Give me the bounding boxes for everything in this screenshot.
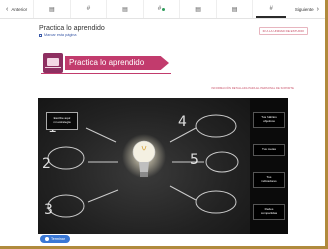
- top-navigation: ‹ Anterior ▤ # ▤ # ▤ ▤ # Siguiente ›: [0, 0, 325, 19]
- laptop-icon: [43, 53, 63, 73]
- hash-icon: #: [86, 6, 91, 12]
- hash-icon: #: [269, 6, 273, 12]
- hotspot-panel: Tus hábitos objetivos Tus metas Tus indi…: [250, 98, 288, 234]
- nav-tab-1[interactable]: ▤: [33, 0, 70, 18]
- checkbox-icon: [39, 33, 42, 37]
- interactive-image: 1 2 3 4 5 Escribe aquí mi estrategia Tus…: [38, 98, 288, 234]
- nav-tab-5[interactable]: ▤: [179, 0, 216, 18]
- strategy-hotspot[interactable]: Escribe aquí mi estrategia: [46, 112, 78, 130]
- page-icon: ▤: [195, 6, 201, 13]
- page-title: Practica lo aprendido: [39, 25, 105, 32]
- next-label: Siguiente: [294, 6, 314, 12]
- check-circle-icon: [45, 237, 49, 241]
- support-info-link[interactable]: INFORMACIÓN DETALLADA PARA EL PERSONAL D…: [211, 87, 294, 90]
- page-icon: ▤: [49, 6, 55, 13]
- banner-label: Practica lo aprendido: [65, 56, 169, 70]
- prev-button[interactable]: ‹ Anterior: [0, 0, 33, 18]
- nav-tab-2[interactable]: #: [69, 0, 107, 18]
- chevron-right-icon: ›: [316, 5, 319, 13]
- chevron-left-icon: ‹: [6, 5, 9, 13]
- page-icon: ▤: [122, 6, 128, 13]
- mark-page-checkbox[interactable]: Marcar esta página: [39, 33, 77, 37]
- chalk-number-2: 2: [42, 156, 51, 172]
- page-icon: ▤: [231, 6, 238, 13]
- nav-tab-6[interactable]: ▤: [215, 0, 253, 18]
- completed-dot-icon: [162, 7, 166, 11]
- nav-tab-3[interactable]: ▤: [106, 0, 143, 18]
- next-button[interactable]: Siguiente ›: [289, 0, 325, 18]
- chalkboard-image: 1 2 3 4 5 Escribe aquí mi estrategia: [38, 98, 250, 234]
- finish-button[interactable]: Terminar: [40, 235, 70, 243]
- section-banner: Practica lo aprendido: [43, 53, 171, 73]
- banner-divider: [41, 73, 171, 74]
- chalk-number-4: 4: [178, 114, 187, 130]
- habits-hotspot[interactable]: Tus hábitos objetivos: [253, 112, 285, 128]
- chalk-number-5: 5: [190, 152, 199, 168]
- lightbulb-icon: [122, 134, 166, 178]
- finish-label: Terminar: [51, 237, 65, 241]
- chalk-number-3: 3: [44, 202, 53, 218]
- hash-icon: #: [157, 6, 162, 12]
- prev-label: Anterior: [11, 6, 28, 12]
- nav-tab-7[interactable]: #: [252, 0, 289, 18]
- nav-tab-4[interactable]: #: [142, 0, 180, 18]
- nav-tabs: ▤ # ▤ # ▤ ▤ #: [33, 0, 289, 18]
- indicators-hotspot[interactable]: Tus indicadores: [253, 172, 285, 188]
- mark-page-label: Marcar esta página: [44, 33, 77, 37]
- goals-hotspot[interactable]: Tus metas: [253, 144, 285, 156]
- networks-hotspot[interactable]: Redes compartidas: [253, 204, 285, 220]
- study-unit-button[interactable]: IR A LA UNIDAD DE ESTUDIO: [258, 27, 308, 35]
